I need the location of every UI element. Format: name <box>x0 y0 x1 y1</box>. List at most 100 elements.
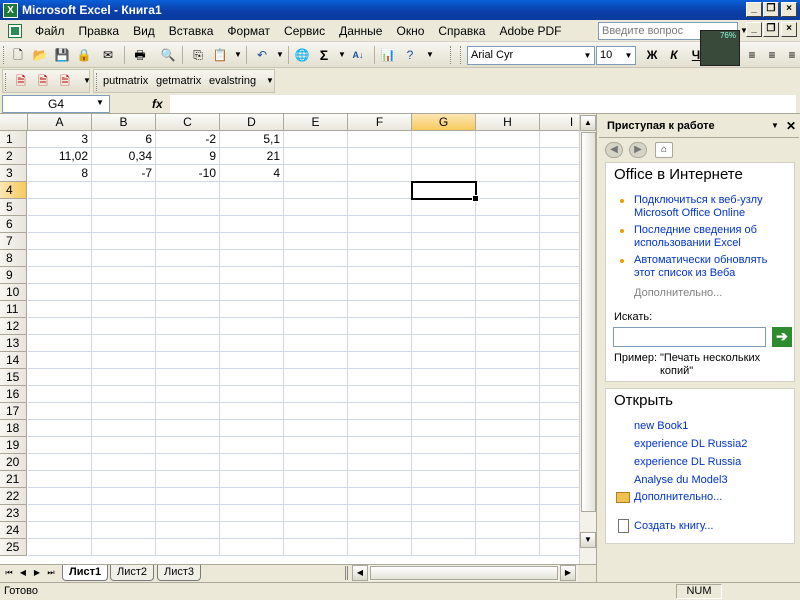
grid-cell[interactable] <box>28 386 92 403</box>
grid-cell[interactable] <box>476 369 540 386</box>
grid-cell[interactable] <box>220 182 284 199</box>
grid-cell[interactable] <box>92 403 156 420</box>
grid-cell[interactable] <box>28 284 92 301</box>
row-header[interactable]: 25 <box>0 539 27 556</box>
grid-cell[interactable] <box>28 539 92 556</box>
grid-cell[interactable] <box>476 437 540 454</box>
grid-cell[interactable] <box>476 505 540 522</box>
grid-cell[interactable] <box>92 437 156 454</box>
tab-sheet3[interactable]: Лист3 <box>157 565 202 581</box>
undo-icon[interactable]: ↶ <box>254 47 270 63</box>
grid-cell[interactable] <box>156 199 220 216</box>
more-files-link[interactable]: Дополнительно... <box>634 491 722 504</box>
grid-cell[interactable] <box>540 267 579 284</box>
toolbar-grip[interactable] <box>3 46 6 64</box>
grid-cell[interactable] <box>540 369 579 386</box>
bold-button[interactable]: Ж <box>642 46 662 65</box>
scroll-up-icon[interactable]: ▲ <box>580 115 596 131</box>
close-icon[interactable]: ✕ <box>786 114 796 138</box>
grid-cell[interactable] <box>476 522 540 539</box>
hyperlink-icon[interactable]: 🌐 <box>294 47 310 63</box>
grid-cell[interactable] <box>28 250 92 267</box>
grid-cell[interactable] <box>540 335 579 352</box>
grid-cell[interactable] <box>412 233 476 250</box>
grid-cell[interactable]: 8 <box>28 165 92 182</box>
permission-icon[interactable]: 🔒 <box>76 47 92 63</box>
grid-cell[interactable] <box>412 505 476 522</box>
row-header[interactable]: 17 <box>0 403 27 420</box>
grid-cell[interactable] <box>156 420 220 437</box>
prev-sheet-icon[interactable]: ◀ <box>17 566 29 580</box>
recent-file-link[interactable]: experience DL Russia2 <box>634 438 747 451</box>
grid-cell[interactable]: -10 <box>156 165 220 182</box>
grid-cell[interactable] <box>476 267 540 284</box>
workbook-icon[interactable] <box>8 23 22 38</box>
grid-cell[interactable] <box>476 165 540 182</box>
grid-cell[interactable] <box>348 352 412 369</box>
row-header[interactable]: 14 <box>0 352 27 369</box>
grid-cell[interactable] <box>92 301 156 318</box>
grid-cell[interactable] <box>348 454 412 471</box>
grid-cell[interactable] <box>284 335 348 352</box>
grid-cell[interactable] <box>220 267 284 284</box>
grid-cell[interactable] <box>220 301 284 318</box>
home-icon[interactable]: ⌂ <box>655 142 673 158</box>
column-header[interactable]: A <box>28 114 92 131</box>
last-sheet-icon[interactable]: ⏭ <box>45 566 57 580</box>
more-online-link[interactable]: Дополнительно... <box>634 287 722 300</box>
grid-cell[interactable] <box>28 522 92 539</box>
row-header[interactable]: 21 <box>0 471 27 488</box>
grid-cell[interactable] <box>28 318 92 335</box>
grid-cell[interactable] <box>348 267 412 284</box>
autosum-dropdown-icon[interactable]: ▼ <box>334 47 350 63</box>
grid-cell[interactable] <box>28 454 92 471</box>
grid-cell[interactable] <box>220 318 284 335</box>
grid-cell[interactable]: 11,02 <box>28 148 92 165</box>
toolbar-grip[interactable] <box>460 46 463 64</box>
column-header[interactable]: G <box>412 114 476 131</box>
grid-cell[interactable] <box>220 454 284 471</box>
help-icon[interactable]: ? <box>402 47 418 63</box>
tab-sheet1[interactable]: Лист1 <box>62 565 109 581</box>
grid-cell[interactable] <box>412 267 476 284</box>
grid-cell[interactable] <box>348 148 412 165</box>
grid-cell[interactable] <box>348 522 412 539</box>
grid-cell[interactable] <box>412 250 476 267</box>
grid-cell[interactable] <box>412 182 476 199</box>
grid-cell[interactable]: 6 <box>92 131 156 148</box>
grid-cell[interactable] <box>412 165 476 182</box>
print-icon[interactable]: 🖶 <box>132 47 148 63</box>
grid-cell[interactable] <box>284 318 348 335</box>
grid-cell[interactable] <box>412 199 476 216</box>
grid-cell[interactable] <box>156 369 220 386</box>
grid-cell[interactable] <box>412 454 476 471</box>
toolbar-options-icon[interactable]: ▼ <box>422 47 438 63</box>
recent-file-link[interactable]: new Book1 <box>634 420 688 433</box>
chevron-down-icon[interactable]: ▼ <box>581 47 594 64</box>
row-header[interactable]: 2 <box>0 148 27 165</box>
grid-cell[interactable] <box>220 488 284 505</box>
recent-file-link[interactable]: Analyse du Model3 <box>634 474 728 487</box>
grid-cell[interactable] <box>156 250 220 267</box>
grid-cell[interactable] <box>540 284 579 301</box>
grid-cell[interactable] <box>540 454 579 471</box>
link-latest-news[interactable]: Последние сведения об использовании Exce… <box>634 224 757 250</box>
grid-cell[interactable] <box>476 284 540 301</box>
grid-cell[interactable] <box>284 267 348 284</box>
grid-cell[interactable] <box>156 267 220 284</box>
grid-cell[interactable] <box>92 386 156 403</box>
grid-cell[interactable] <box>220 522 284 539</box>
grid-cell[interactable] <box>348 335 412 352</box>
grid-cell[interactable] <box>284 352 348 369</box>
grid-cell[interactable] <box>28 369 92 386</box>
grid-cell[interactable]: 21 <box>220 148 284 165</box>
horizontal-scrollbar[interactable]: ◀ ▶ <box>352 564 578 581</box>
grid-cell[interactable] <box>28 403 92 420</box>
first-sheet-icon[interactable]: ⏮ <box>3 566 15 580</box>
grid-cell[interactable] <box>476 539 540 556</box>
grid-cell[interactable] <box>540 318 579 335</box>
putmatrix-button[interactable]: putmatrix <box>103 75 148 87</box>
grid-cell[interactable] <box>156 352 220 369</box>
grid-cell[interactable] <box>156 284 220 301</box>
menu-help[interactable]: Справка <box>431 20 492 42</box>
